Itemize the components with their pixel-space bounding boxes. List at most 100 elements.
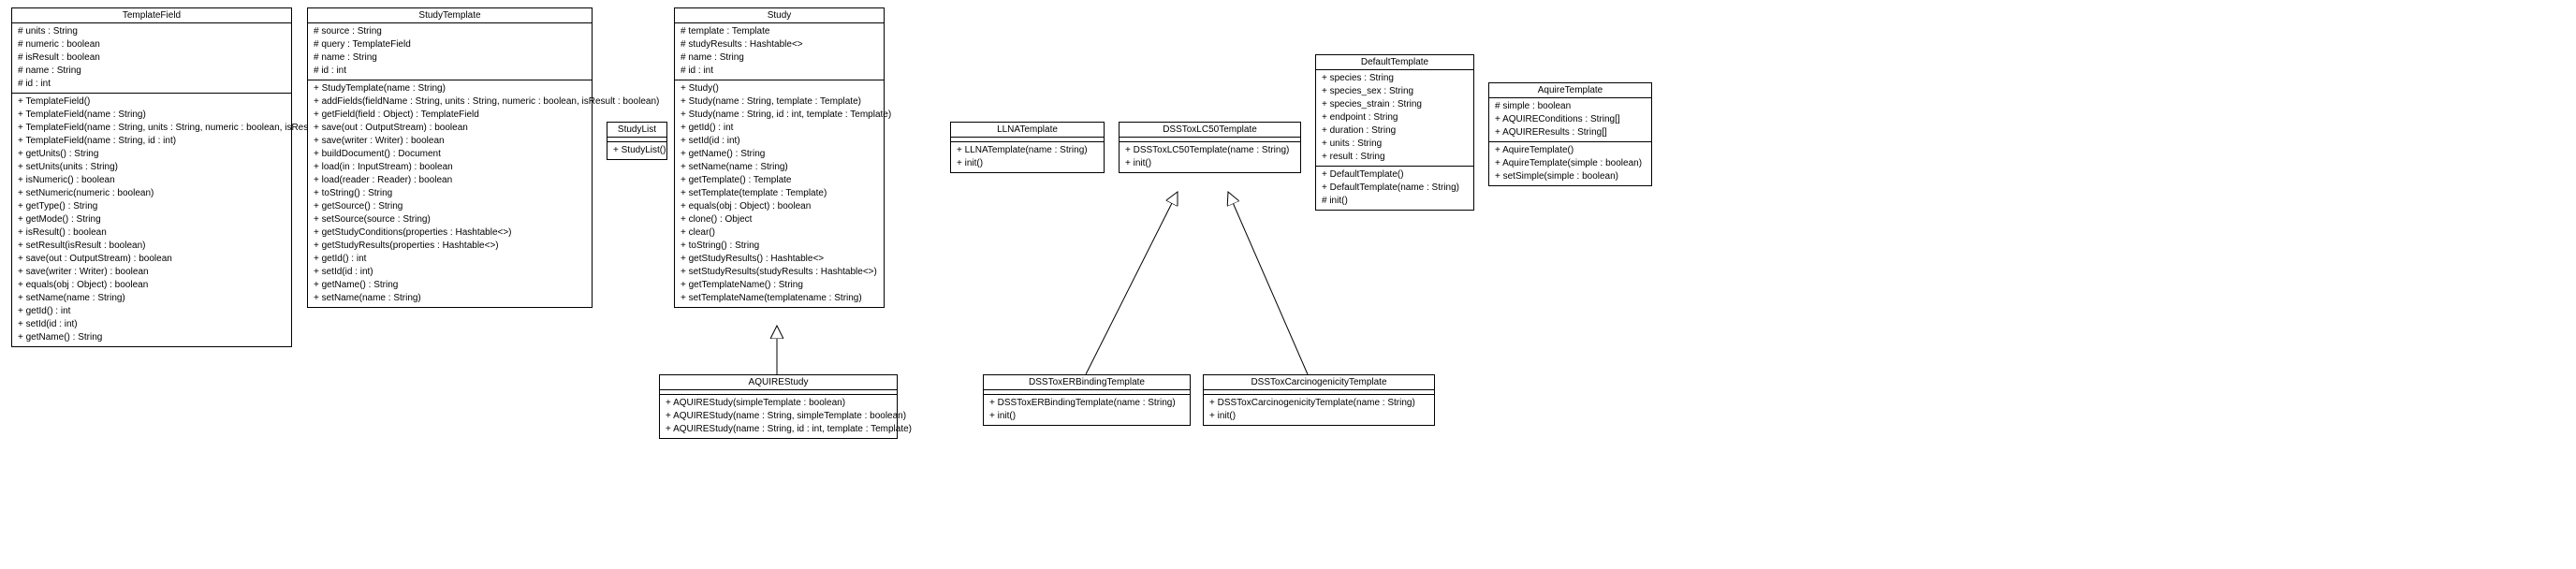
uml-member: + getStudyResults(properties : Hashtable… <box>314 240 586 253</box>
uml-member: + Study(name : String, template : Templa… <box>681 95 878 109</box>
uml-member: + getId() : int <box>314 253 586 266</box>
uml-member: + init() <box>1209 410 1428 423</box>
uml-member: + AquireTemplate() <box>1495 144 1646 157</box>
uml-member: + setId(id : int) <box>18 318 285 331</box>
class-attrs: # template : Template# studyResults : Ha… <box>675 23 884 80</box>
uml-member: + setUnits(units : String) <box>18 161 285 174</box>
class-ops: + AquireTemplate()+ AquireTemplate(simpl… <box>1489 142 1651 185</box>
uml-member: + getField(field : Object) : TemplateFie… <box>314 109 586 122</box>
class-ops: + StudyList() <box>607 142 666 159</box>
uml-member: + isResult() : boolean <box>18 226 285 240</box>
uml-member: + init() <box>1125 157 1295 170</box>
class-title: AquireTemplate <box>1489 83 1651 98</box>
class-DefaultTemplate: DefaultTemplate + species : String+ spec… <box>1315 54 1474 211</box>
uml-member: + clone() : Object <box>681 213 878 226</box>
uml-member: + result : String <box>1322 151 1468 164</box>
class-attrs: # units : String# numeric : boolean# isR… <box>12 23 291 94</box>
uml-member: + TemplateField(name : String, id : int) <box>18 135 285 148</box>
uml-member: + toString() : String <box>314 187 586 200</box>
uml-member: + DSSToxCarcinogenicityTemplate(name : S… <box>1209 397 1428 410</box>
class-AquireTemplate: AquireTemplate # simple : boolean+ AQUIR… <box>1488 82 1652 186</box>
class-StudyTemplate: StudyTemplate # source : String# query :… <box>307 7 593 308</box>
uml-member: + AQUIREStudy(name : String, simpleTempl… <box>666 410 891 423</box>
uml-member: # units : String <box>18 25 285 38</box>
uml-member: + setName(name : String) <box>314 292 586 305</box>
class-ops: + AQUIREStudy(simpleTemplate : boolean)+… <box>660 395 897 438</box>
class-TemplateField: TemplateField # units : String# numeric … <box>11 7 292 347</box>
uml-member: + setId(id : int) <box>314 266 586 279</box>
class-title: DSSToxLC50Template <box>1120 123 1300 138</box>
uml-member: + getTemplateName() : String <box>681 279 878 292</box>
uml-member: + load(reader : Reader) : boolean <box>314 174 586 187</box>
uml-member: + AQUIREConditions : String[] <box>1495 113 1646 126</box>
uml-member: + setSimple(simple : boolean) <box>1495 170 1646 183</box>
uml-member: + equals(obj : Object) : boolean <box>18 279 285 292</box>
uml-member: + endpoint : String <box>1322 111 1468 124</box>
uml-member: # name : String <box>18 65 285 78</box>
class-DSSToxCarcinogenicityTemplate: DSSToxCarcinogenicityTemplate + DSSToxCa… <box>1203 374 1435 426</box>
uml-member: + Study(name : String, id : int, templat… <box>681 109 878 122</box>
uml-member: + save(out : OutputStream) : boolean <box>314 122 586 135</box>
uml-member: + toString() : String <box>681 240 878 253</box>
uml-member: + DefaultTemplate(name : String) <box>1322 182 1468 195</box>
class-title: DefaultTemplate <box>1316 55 1473 70</box>
uml-member: # simple : boolean <box>1495 100 1646 113</box>
class-title: LLNATemplate <box>951 123 1104 138</box>
class-title: StudyList <box>607 123 666 138</box>
uml-member: + DSSToxLC50Template(name : String) <box>1125 144 1295 157</box>
uml-member: + buildDocument() : Document <box>314 148 586 161</box>
uml-member: + duration : String <box>1322 124 1468 138</box>
uml-member: + StudyList() <box>613 144 661 157</box>
uml-member: # id : int <box>18 78 285 91</box>
uml-member: + getId() : int <box>681 122 878 135</box>
uml-member: + getUnits() : String <box>18 148 285 161</box>
class-ops: + DSSToxERBindingTemplate(name : String)… <box>984 395 1190 425</box>
uml-member: + init() <box>957 157 1098 170</box>
uml-member: + init() <box>989 410 1184 423</box>
class-StudyList: StudyList + StudyList() <box>607 122 667 160</box>
class-LLNATemplate: LLNATemplate + LLNATemplate(name : Strin… <box>950 122 1105 173</box>
uml-member: + TemplateField() <box>18 95 285 109</box>
uml-member: + getName() : String <box>314 279 586 292</box>
class-title: TemplateField <box>12 8 291 23</box>
uml-member: + setResult(isResult : boolean) <box>18 240 285 253</box>
class-ops: + DefaultTemplate()+ DefaultTemplate(nam… <box>1316 167 1473 210</box>
class-ops: + DSSToxCarcinogenicityTemplate(name : S… <box>1204 395 1434 425</box>
uml-member: + species : String <box>1322 72 1468 85</box>
class-ops: + DSSToxLC50Template(name : String)+ ini… <box>1120 142 1300 172</box>
class-ops: + TemplateField() + TemplateField(name : … <box>12 94 291 346</box>
class-Study: Study # template : Template# studyResult… <box>674 7 885 308</box>
uml-member: + save(writer : Writer) : boolean <box>18 266 285 279</box>
uml-member: + setName(name : String) <box>681 161 878 174</box>
class-title: DSSToxCarcinogenicityTemplate <box>1204 375 1434 390</box>
uml-member: + save(writer : Writer) : boolean <box>314 135 586 148</box>
uml-member: + LLNATemplate(name : String) <box>957 144 1098 157</box>
uml-member: # source : String <box>314 25 586 38</box>
uml-member: + getSource() : String <box>314 200 586 213</box>
class-attrs: # simple : boolean+ AQUIREConditions : S… <box>1489 98 1651 142</box>
uml-member: # id : int <box>314 65 586 78</box>
uml-member: + setStudyResults(studyResults : Hashtab… <box>681 266 878 279</box>
uml-member: + addFields(fieldName : String, units : … <box>314 95 586 109</box>
class-title: AQUIREStudy <box>660 375 897 390</box>
uml-member: # name : String <box>314 51 586 65</box>
uml-member: + getTemplate() : Template <box>681 174 878 187</box>
uml-member: + AQUIREStudy(simpleTemplate : boolean) <box>666 397 891 410</box>
uml-member: + DefaultTemplate() <box>1322 168 1468 182</box>
uml-member: + StudyTemplate(name : String) <box>314 82 586 95</box>
class-attrs: + species : String+ species_sex : String… <box>1316 70 1473 167</box>
uml-member: + clear() <box>681 226 878 240</box>
class-ops: + Study()+ Study(name : String, template… <box>675 80 884 307</box>
uml-member: + getId() : int <box>18 305 285 318</box>
uml-member: + DSSToxERBindingTemplate(name : String) <box>989 397 1184 410</box>
uml-member: + setName(name : String) <box>18 292 285 305</box>
class-ops: + StudyTemplate(name : String)+ addField… <box>308 80 592 307</box>
uml-member: # isResult : boolean <box>18 51 285 65</box>
class-attrs: # source : String# query : TemplateField… <box>308 23 592 80</box>
uml-member: + getType() : String <box>18 200 285 213</box>
uml-member: # name : String <box>681 51 878 65</box>
uml-member: + species_sex : String <box>1322 85 1468 98</box>
uml-member: + setNumeric(numeric : boolean) <box>18 187 285 200</box>
uml-member: # init() <box>1322 195 1468 208</box>
uml-member: + load(in : InputStream) : boolean <box>314 161 586 174</box>
